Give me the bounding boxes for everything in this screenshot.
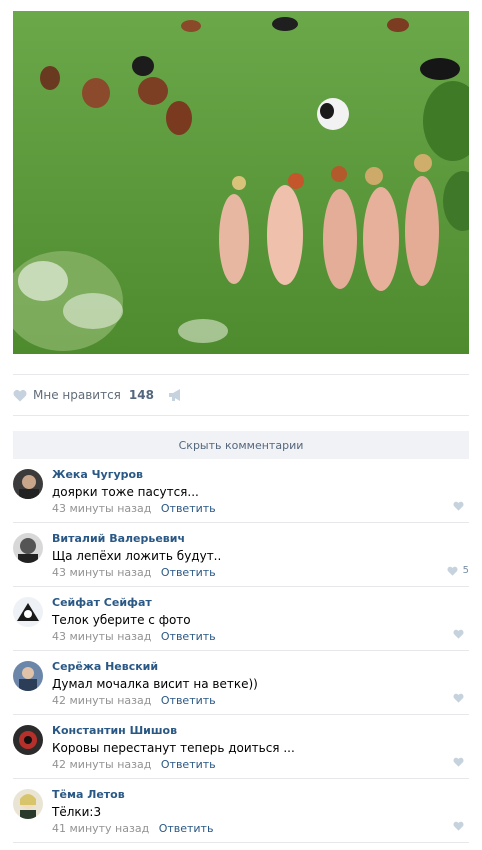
comment-like-button[interactable]: 5 [447,565,469,576]
reply-button[interactable]: Ответить [159,822,214,835]
avatar[interactable] [13,661,43,691]
comment-like-button[interactable] [453,757,469,767]
comment-author[interactable]: Сейфат Сейфат [52,596,462,610]
post-photo[interactable] [13,11,469,354]
avatar[interactable] [13,597,43,627]
avatar[interactable] [13,533,43,563]
wall-post: Мне нравится 148 Скрыть комментарии Жека… [0,0,482,850]
reply-button[interactable]: Ответить [161,502,216,515]
heart-icon [13,389,27,401]
comment-time[interactable]: 43 минуты назад [52,566,151,579]
post-actions: Мне нравится 148 [13,385,469,405]
comment-author[interactable]: Серёжа Невский [52,660,462,674]
avatar[interactable] [13,789,43,819]
comment-time[interactable]: 43 минуты назад [52,502,151,515]
comment-item: Жека Чугуров доярки тоже пасутся... 43 м… [13,459,469,523]
comment-text: Коровы перестанут теперь доиться ... [52,741,295,755]
comment-like-button[interactable] [453,501,469,511]
photo-pasture-image [13,11,469,354]
comment-item: Виталий Валерьевич Ща лепёхи ложить буду… [13,523,469,587]
like-label: Мне нравится [33,388,121,402]
post-divider [13,374,469,375]
comment-text: Ща лепёхи ложить будут.. [52,549,222,563]
reply-button[interactable]: Ответить [161,694,216,707]
heart-icon [453,501,464,511]
avatar[interactable] [13,469,43,499]
comment-author[interactable]: Виталий Валерьевич [52,532,462,546]
comment-like-button[interactable] [453,629,469,639]
avatar[interactable] [13,725,43,755]
comment-author[interactable]: Тёма Летов [52,788,462,802]
comment-text: доярки тоже пасутся... [52,485,199,499]
share-megaphone-icon[interactable] [168,388,184,402]
heart-icon [453,757,464,767]
comment-item: Сейфат Сейфат Телок уберите с фото 43 ми… [13,587,469,651]
comment-item: Константин Шишов Коровы перестанут тепер… [13,715,469,779]
heart-icon [453,693,464,703]
comment-text: Думал мочалка висит на ветке)) [52,677,258,691]
comment-time[interactable]: 43 минуты назад [52,630,151,643]
comments-list: Жека Чугуров доярки тоже пасутся... 43 м… [13,459,469,843]
comment-like-count: 5 [462,565,469,576]
actions-divider [13,415,469,416]
heart-icon [447,566,458,576]
reply-button[interactable]: Ответить [161,566,216,579]
comment-time[interactable]: 41 минуту назад [52,822,149,835]
heart-icon [453,629,464,639]
comment-author[interactable]: Константин Шишов [52,724,462,738]
comment-like-button[interactable] [453,693,469,703]
comment-like-button[interactable] [453,821,469,831]
comment-author[interactable]: Жека Чугуров [52,468,462,482]
comment-time[interactable]: 42 минуты назад [52,694,151,707]
comment-text: Телок уберите с фото [52,613,191,627]
hide-comments-button[interactable]: Скрыть комментарии [13,431,469,459]
comment-item: Серёжа Невский Думал мочалка висит на ве… [13,651,469,715]
comment-time[interactable]: 42 минуты назад [52,758,151,771]
heart-icon [453,821,464,831]
like-count: 148 [128,388,154,402]
like-button[interactable]: Мне нравится 148 [13,388,154,402]
comment-text: Тёлки:3 [52,805,102,819]
comment-item: Тёма Летов Тёлки:3 41 минуту назад Ответ… [13,779,469,843]
reply-button[interactable]: Ответить [161,630,216,643]
reply-button[interactable]: Ответить [161,758,216,771]
